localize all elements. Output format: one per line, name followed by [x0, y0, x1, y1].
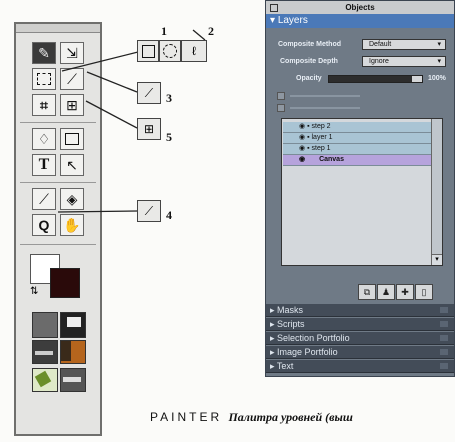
lock-icon[interactable]: ▪ [307, 123, 309, 130]
magic-wand-icon: ⟋ [144, 85, 154, 100]
callout-number-5: 5 [166, 130, 172, 144]
section-label: Masks [277, 305, 304, 315]
checkbox-option-2[interactable] [277, 104, 285, 112]
layer-name: layer 1 [311, 134, 333, 141]
canvas-row[interactable]: ◉ Canvas [283, 155, 431, 166]
scroll-down-arrow-icon[interactable]: ▾ [432, 254, 442, 265]
layer-row[interactable]: ◉ ▪ step 2 [283, 122, 431, 133]
layer-name: step 1 [311, 145, 331, 152]
section-indicator [440, 363, 448, 369]
objects-title: Objects [345, 3, 375, 12]
lasso-callout: ℓ [181, 40, 207, 62]
caption-prefix: PAINTER [150, 410, 229, 424]
section-text[interactable]: ▸ Text [266, 360, 454, 373]
section-indicator [440, 307, 448, 313]
layer-row[interactable]: ◉ ▪ step 1 [283, 144, 431, 155]
rectangle-selection-callout [137, 40, 159, 62]
plug-icon: ♟ [381, 287, 391, 297]
objects-palette: Objects ▾ Layers Composite Method Defaul… [265, 0, 455, 377]
magic-wand-callout: ⟋ [137, 82, 161, 104]
triangle-right-icon: ▸ [270, 319, 275, 329]
layer-list: ◉ ▪ step 2 ◉ ▪ layer 1 ◉ ▪ step 1 ◉ Canv… [281, 118, 443, 266]
section-image-portfolio[interactable]: ▸ Image Portfolio [266, 346, 454, 359]
layer-name: Canvas [319, 156, 344, 163]
section-masks[interactable]: ▸ Masks [266, 304, 454, 317]
lock-icon[interactable]: ▪ [307, 134, 309, 141]
layer-row[interactable]: ◉ ▪ layer 1 [283, 133, 431, 144]
checkbox-option-1[interactable] [277, 92, 285, 100]
caption-text: Палитра уровней (выш [228, 410, 353, 424]
composite-method-dropdown[interactable]: Default ▾ [362, 39, 446, 50]
oval-selection-callout [159, 40, 181, 62]
eyedropper-icon: ⟋ [144, 203, 154, 218]
eye-icon[interactable]: ◉ [299, 123, 305, 130]
opacity-slider-fill [329, 76, 412, 82]
composite-depth-value: Ignore [369, 58, 389, 65]
dropdown-arrow-icon: ▾ [437, 41, 441, 48]
eye-icon[interactable]: ◉ [299, 134, 305, 141]
triangle-right-icon: ▸ [270, 305, 275, 315]
section-label: Text [276, 361, 294, 371]
figure-caption: PAINTER Палитра уровней (выш [150, 410, 353, 425]
opacity-slider[interactable] [328, 75, 423, 83]
checkbox-option-2-label [290, 107, 360, 109]
selection-adjuster-icon: ⊞ [143, 122, 155, 136]
composite-depth-dropdown[interactable]: Ignore ▾ [362, 56, 446, 67]
section-label: Selection Portfolio [277, 333, 350, 343]
triangle-down-icon: ▾ [270, 15, 276, 26]
section-label: Image Portfolio [277, 347, 338, 357]
dropper-callout: ⟋ [137, 200, 161, 222]
opacity-value: 100% [428, 75, 446, 82]
triangle-right-icon: ▸ [270, 333, 275, 343]
layers-header-label: Layers [277, 15, 308, 26]
group-icon: ⧉ [363, 287, 371, 297]
section-indicator [440, 335, 448, 341]
new-layer-button[interactable]: ✚ [396, 284, 414, 300]
triangle-right-icon: ▸ [270, 361, 275, 371]
new-layer-icon: ✚ [401, 287, 409, 297]
layer-list-scrollbar[interactable]: ▾ [431, 119, 442, 265]
objects-title-bar[interactable]: Objects [266, 1, 454, 15]
callout-number-3: 3 [166, 91, 172, 105]
lasso-icon: ℓ [192, 44, 196, 58]
group-layers-button[interactable]: ⧉ [358, 284, 376, 300]
section-selection-portfolio[interactable]: ▸ Selection Portfolio [266, 332, 454, 345]
lock-icon[interactable]: ▪ [307, 145, 309, 152]
close-box-icon[interactable] [270, 4, 278, 12]
section-label: Scripts [277, 319, 305, 329]
trash-icon: ▯ [421, 287, 427, 297]
dynamic-plugins-button[interactable]: ♟ [377, 284, 395, 300]
layer-name: step 2 [311, 123, 331, 130]
callout-number-1: 1 [161, 24, 167, 38]
eye-icon[interactable]: ◉ [299, 145, 305, 152]
section-indicator [440, 349, 448, 355]
triangle-right-icon: ▸ [270, 347, 275, 357]
rectangle-select-icon [141, 44, 155, 58]
callout-number-2: 2 [208, 24, 214, 38]
layers-section-header[interactable]: ▾ Layers [266, 14, 454, 28]
section-indicator [440, 321, 448, 327]
composite-depth-label: Composite Depth [280, 58, 338, 65]
selection-adjuster-callout: ⊞ [137, 118, 161, 140]
section-scripts[interactable]: ▸ Scripts [266, 318, 454, 331]
composite-method-value: Default [369, 41, 392, 48]
eye-icon[interactable]: ◉ [299, 156, 305, 163]
delete-layer-button[interactable]: ▯ [415, 284, 433, 300]
dropdown-arrow-icon: ▾ [437, 58, 441, 65]
checkbox-option-1-label [290, 95, 360, 97]
oval-select-icon [163, 44, 177, 58]
opacity-label: Opacity [296, 75, 322, 82]
callout-number-4: 4 [166, 208, 172, 222]
composite-method-label: Composite Method [278, 41, 341, 48]
